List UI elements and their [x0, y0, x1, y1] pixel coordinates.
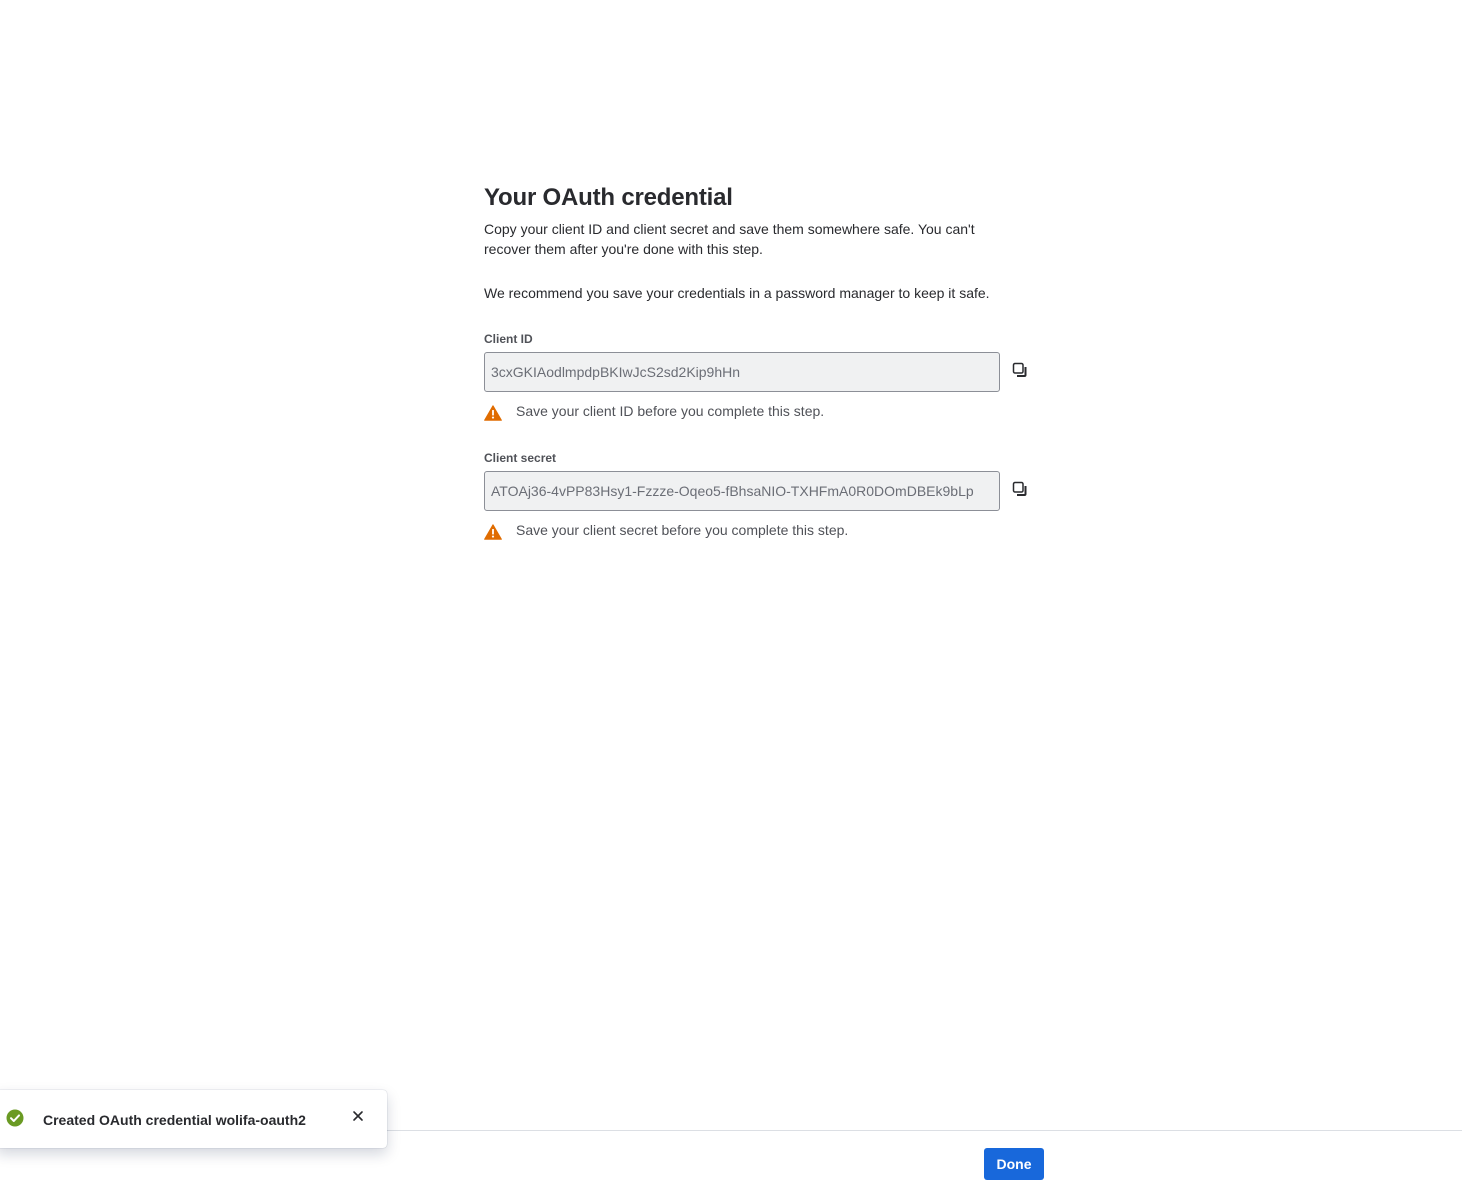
client-secret-row — [484, 471, 1044, 511]
client-secret-field: Client secret Save your cli — [484, 450, 1044, 541]
warning-icon — [484, 401, 508, 425]
done-button[interactable]: Done — [984, 1148, 1044, 1180]
success-check-icon — [6, 1109, 24, 1127]
client-id-field: Client ID Save your client — [484, 331, 1044, 422]
client-id-label: Client ID — [484, 332, 533, 346]
success-toast: Created OAuth credential wolifa-oauth2 — [0, 1090, 387, 1148]
footer-divider — [386, 1130, 1462, 1131]
credential-panel: Your OAuth credential Copy your client I… — [484, 182, 1044, 540]
copy-icon — [1012, 362, 1028, 383]
client-secret-warning-text: Save your client secret before you compl… — [516, 522, 849, 538]
client-secret-warning: Save your client secret before you compl… — [484, 519, 1044, 541]
copy-icon — [1012, 481, 1028, 502]
copy-client-secret-button[interactable] — [1008, 479, 1032, 503]
close-icon — [352, 1109, 364, 1127]
copy-client-id-button[interactable] — [1008, 360, 1032, 384]
client-id-input[interactable] — [484, 352, 1000, 392]
warning-icon — [484, 520, 508, 544]
page-description: Copy your client ID and client secret an… — [484, 221, 975, 257]
client-id-warning: Save your client ID before you complete … — [484, 400, 1044, 422]
client-secret-input[interactable] — [484, 471, 1000, 511]
recommendation-text: We recommend you save your credentials i… — [484, 285, 990, 301]
toast-message: Created OAuth credential wolifa-oauth2 — [43, 1112, 306, 1128]
client-id-row — [484, 352, 1044, 392]
toast-close-button[interactable] — [349, 1109, 367, 1127]
client-secret-label: Client secret — [484, 451, 557, 465]
page-title: Your OAuth credential — [484, 184, 733, 211]
client-id-warning-text: Save your client ID before you complete … — [516, 403, 825, 419]
